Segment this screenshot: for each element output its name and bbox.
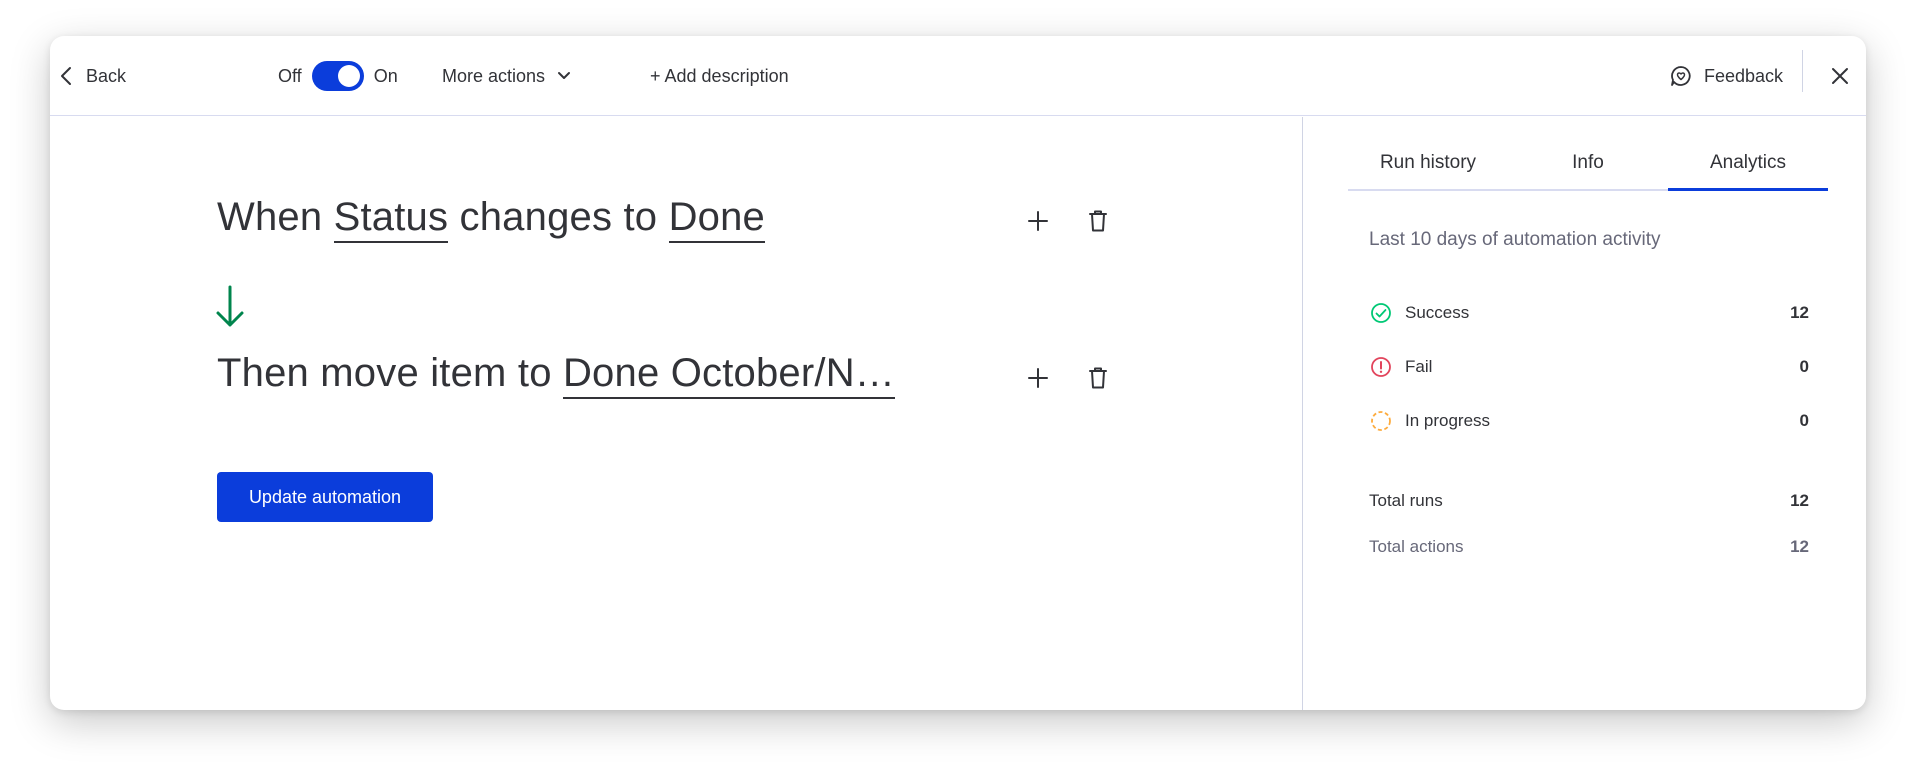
add-condition-button[interactable]	[1020, 203, 1056, 239]
trigger-middle: changes to	[448, 195, 669, 239]
action-sentence: Then move item to Done October/N…	[217, 351, 895, 399]
automation-builder: When Status changes to Done Then move it…	[50, 117, 1302, 710]
stat-row-success: Success 12	[1369, 298, 1809, 328]
stat-value-success: 12	[1790, 303, 1809, 322]
total-actions-value: 12	[1790, 537, 1809, 556]
total-actions-label: Total actions	[1369, 537, 1464, 556]
total-runs-value: 12	[1790, 491, 1809, 510]
toggle-knob	[337, 65, 360, 87]
trigger-value-field[interactable]: Done	[668, 195, 765, 243]
delete-action-button[interactable]	[1080, 360, 1116, 396]
back-label: Back	[86, 65, 127, 86]
add-description-button[interactable]: + Add description	[650, 56, 789, 96]
automation-modal: Back Off On More actions + Add descripti…	[50, 36, 1866, 710]
trigger-column-field[interactable]: Status	[333, 195, 449, 243]
arrow-down-icon	[216, 285, 244, 327]
stat-label-success: Success	[1405, 303, 1470, 322]
toggle-off-label: Off	[278, 65, 302, 86]
feedback-button[interactable]: Feedback	[1670, 56, 1783, 96]
trigger-prefix: When	[217, 195, 334, 239]
plus-icon	[1028, 211, 1048, 231]
analytics-panel: Run history Info Analytics Last 10 days …	[1303, 117, 1866, 710]
close-button[interactable]	[1820, 56, 1860, 96]
check-circle-icon	[1369, 301, 1393, 325]
stat-value-in-progress: 0	[1799, 411, 1809, 430]
close-icon	[1832, 68, 1848, 84]
header-divider	[1802, 50, 1803, 92]
plus-icon	[1028, 368, 1048, 388]
automation-toggle-group: Off On	[278, 56, 398, 96]
toggle-on-label: On	[373, 65, 398, 86]
action-group-field[interactable]: Done October/N…	[562, 351, 895, 399]
stat-row-fail: Fail 0	[1369, 352, 1809, 382]
panel-tabs: Run history Info Analytics	[1348, 137, 1828, 191]
back-button[interactable]: Back	[60, 56, 126, 96]
tab-info[interactable]: Info	[1508, 137, 1668, 189]
stat-row-in-progress: In progress 0	[1369, 406, 1809, 436]
trigger-sentence: When Status changes to Done	[217, 195, 765, 243]
chevron-left-icon	[61, 67, 71, 85]
trash-icon	[1089, 210, 1107, 232]
analytics-subtitle: Last 10 days of automation activity	[1369, 229, 1661, 250]
total-runs-label: Total runs	[1369, 491, 1443, 510]
automation-on-off-toggle[interactable]	[311, 61, 364, 91]
trash-icon	[1089, 367, 1107, 389]
total-runs-row: Total runs 12	[1369, 486, 1809, 516]
update-automation-button[interactable]: Update automation	[217, 472, 433, 522]
chevron-down-icon	[558, 72, 571, 79]
delete-trigger-button[interactable]	[1080, 203, 1116, 239]
tab-run-history[interactable]: Run history	[1348, 137, 1508, 189]
more-actions-label: More actions	[442, 65, 546, 86]
stat-label-fail: Fail	[1405, 357, 1433, 376]
stat-value-fail: 0	[1799, 357, 1809, 376]
total-actions-row: Total actions 12	[1369, 532, 1809, 562]
more-actions-dropdown[interactable]: More actions	[442, 56, 571, 96]
feedback-icon	[1671, 66, 1691, 86]
tab-analytics[interactable]: Analytics	[1668, 137, 1828, 191]
add-action-button[interactable]	[1020, 360, 1056, 396]
progress-circle-icon	[1369, 409, 1393, 433]
stat-label-in-progress: In progress	[1405, 411, 1491, 430]
alert-circle-icon	[1369, 355, 1393, 379]
feedback-label: Feedback	[1704, 65, 1784, 86]
action-prefix: Then move item to	[217, 351, 563, 395]
modal-header: Back Off On More actions + Add descripti…	[50, 36, 1866, 116]
